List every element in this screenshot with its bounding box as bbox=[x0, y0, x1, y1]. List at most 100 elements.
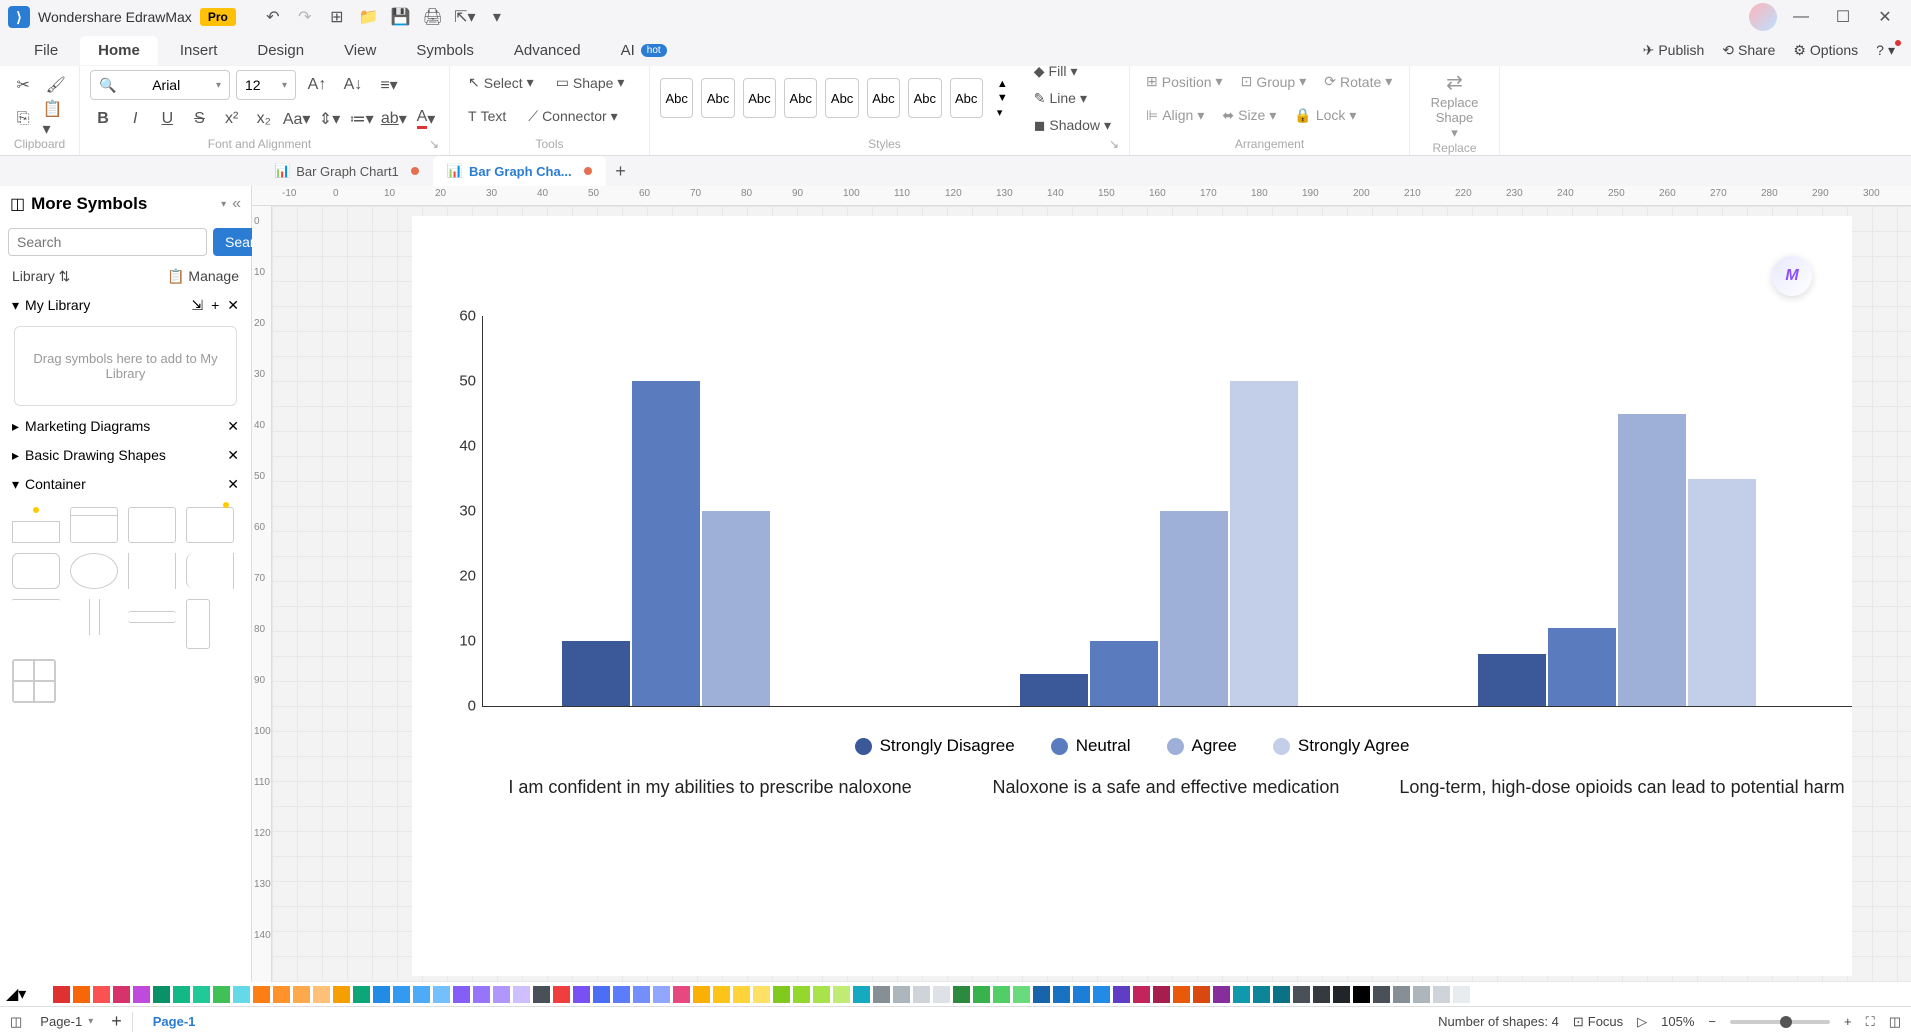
bar[interactable] bbox=[1688, 479, 1756, 707]
search-input[interactable] bbox=[8, 228, 207, 256]
color-swatch[interactable] bbox=[1413, 986, 1430, 1003]
color-swatch[interactable] bbox=[1233, 986, 1250, 1003]
color-swatch[interactable] bbox=[233, 986, 250, 1003]
styles-down[interactable]: ▼ bbox=[997, 92, 1008, 104]
menu-symbols[interactable]: Symbols bbox=[398, 36, 492, 65]
shape-item[interactable] bbox=[12, 553, 60, 589]
close-button[interactable]: ✕ bbox=[1867, 3, 1903, 31]
color-swatch[interactable] bbox=[873, 986, 890, 1003]
font-color-button[interactable]: A▾ bbox=[413, 104, 439, 134]
ai-assistant-badge[interactable]: M bbox=[1772, 256, 1812, 296]
color-swatch[interactable] bbox=[73, 986, 90, 1003]
color-swatch[interactable] bbox=[993, 986, 1010, 1003]
color-swatch[interactable] bbox=[213, 986, 230, 1003]
color-swatch[interactable] bbox=[373, 986, 390, 1003]
close-lib-icon[interactable]: ✕ bbox=[227, 297, 239, 314]
close-marketing-icon[interactable]: ✕ bbox=[227, 418, 239, 435]
color-swatch[interactable] bbox=[1393, 986, 1410, 1003]
font-dialog-launcher[interactable]: ↘ bbox=[429, 137, 439, 151]
color-swatch[interactable] bbox=[1113, 986, 1130, 1003]
color-swatch[interactable] bbox=[1053, 986, 1070, 1003]
color-swatch[interactable] bbox=[613, 986, 630, 1003]
color-swatch[interactable] bbox=[1133, 986, 1150, 1003]
shape-item[interactable] bbox=[70, 599, 118, 635]
color-swatch[interactable] bbox=[433, 986, 450, 1003]
color-swatch[interactable] bbox=[893, 986, 910, 1003]
color-swatch[interactable] bbox=[753, 986, 770, 1003]
highlight-button[interactable]: ab▾ bbox=[381, 104, 407, 134]
lock-button[interactable]: 🔒 Lock ▾ bbox=[1288, 104, 1362, 127]
color-swatch[interactable] bbox=[33, 986, 50, 1003]
help-button[interactable]: ?▾ bbox=[1876, 42, 1895, 59]
underline-button[interactable]: U bbox=[154, 104, 180, 134]
bar[interactable] bbox=[1618, 414, 1686, 707]
color-swatch[interactable] bbox=[413, 986, 430, 1003]
shape-item[interactable] bbox=[12, 659, 56, 703]
style-swatch-4[interactable]: Abc bbox=[784, 78, 817, 118]
rotate-button[interactable]: ⟳ Rotate ▾ bbox=[1318, 70, 1398, 93]
menu-design[interactable]: Design bbox=[239, 36, 322, 65]
my-library-dropzone[interactable]: Drag symbols here to add to My Library bbox=[14, 326, 237, 406]
color-swatch[interactable] bbox=[133, 986, 150, 1003]
shape-item[interactable] bbox=[128, 553, 176, 589]
bar[interactable] bbox=[1478, 654, 1546, 706]
select-tool[interactable]: ↖ Select ▾ bbox=[460, 70, 542, 95]
color-swatch[interactable] bbox=[1333, 986, 1350, 1003]
style-swatch-1[interactable]: Abc bbox=[660, 78, 693, 118]
color-swatch[interactable] bbox=[1033, 986, 1050, 1003]
color-swatch[interactable] bbox=[1213, 986, 1230, 1003]
shape-item[interactable] bbox=[12, 599, 60, 603]
undo-icon[interactable]: ↶ bbox=[264, 8, 282, 26]
align-button[interactable]: ⊫ Align ▾ bbox=[1140, 104, 1210, 127]
menu-insert[interactable]: Insert bbox=[162, 36, 236, 65]
fill-picker-icon[interactable]: ◢▾ bbox=[6, 984, 26, 1004]
color-swatch[interactable] bbox=[493, 986, 510, 1003]
color-swatch[interactable] bbox=[833, 986, 850, 1003]
shape-item[interactable] bbox=[128, 611, 176, 623]
fill-button[interactable]: ◆ Fill ▾ bbox=[1026, 59, 1119, 84]
color-swatch[interactable] bbox=[1433, 986, 1450, 1003]
shape-item[interactable] bbox=[186, 599, 210, 649]
canvas[interactable]: 0102030405060 Strongly DisagreeNeutralAg… bbox=[272, 206, 1911, 982]
bar[interactable] bbox=[1548, 628, 1616, 706]
menu-ai[interactable]: AI hot bbox=[603, 36, 685, 65]
zoom-slider[interactable] bbox=[1730, 1020, 1830, 1024]
subscript-button[interactable]: x₂ bbox=[251, 104, 277, 134]
styles-more[interactable]: ▾ bbox=[997, 106, 1008, 119]
color-swatch[interactable] bbox=[593, 986, 610, 1003]
shape-item[interactable] bbox=[128, 507, 176, 543]
open-icon[interactable]: 📁 bbox=[360, 8, 378, 26]
color-swatch[interactable] bbox=[553, 986, 570, 1003]
maximize-button[interactable]: ☐ bbox=[1825, 3, 1861, 31]
color-swatch[interactable] bbox=[1193, 986, 1210, 1003]
strike-button[interactable]: S bbox=[186, 104, 212, 134]
shape-tool[interactable]: ▭ Shape ▾ bbox=[548, 70, 633, 95]
close-basic-icon[interactable]: ✕ bbox=[227, 447, 239, 464]
color-swatch[interactable] bbox=[1253, 986, 1270, 1003]
bar[interactable] bbox=[562, 641, 630, 706]
decrease-font-button[interactable]: A↓ bbox=[338, 70, 368, 100]
shadow-button[interactable]: ◼ Shadow ▾ bbox=[1026, 113, 1119, 138]
fit-page-button[interactable]: ⛶ bbox=[1866, 1014, 1875, 1030]
color-swatch[interactable] bbox=[933, 986, 950, 1003]
color-swatch[interactable] bbox=[633, 986, 650, 1003]
style-swatch-2[interactable]: Abc bbox=[701, 78, 734, 118]
menu-advanced[interactable]: Advanced bbox=[496, 36, 599, 65]
color-swatch[interactable] bbox=[253, 986, 270, 1003]
color-swatch[interactable] bbox=[293, 986, 310, 1003]
color-swatch[interactable] bbox=[93, 986, 110, 1003]
shape-item[interactable] bbox=[70, 553, 118, 589]
doc-tab-2[interactable]: 📊 Bar Graph Cha... bbox=[433, 156, 606, 186]
color-swatch[interactable] bbox=[173, 986, 190, 1003]
color-swatch[interactable] bbox=[673, 986, 690, 1003]
bar-chart[interactable]: 0102030405060 Strongly DisagreeNeutralAg… bbox=[432, 316, 1832, 856]
font-size-select[interactable]: 12▾ bbox=[236, 70, 296, 100]
color-swatch[interactable] bbox=[113, 986, 130, 1003]
superscript-button[interactable]: x² bbox=[219, 104, 245, 134]
save-icon[interactable]: 💾 bbox=[392, 8, 410, 26]
share-button[interactable]: ⟲Share bbox=[1722, 42, 1775, 59]
style-swatch-3[interactable]: Abc bbox=[743, 78, 776, 118]
color-swatch[interactable] bbox=[693, 986, 710, 1003]
bar[interactable] bbox=[1160, 511, 1228, 706]
add-page-button[interactable]: + bbox=[111, 1011, 122, 1032]
